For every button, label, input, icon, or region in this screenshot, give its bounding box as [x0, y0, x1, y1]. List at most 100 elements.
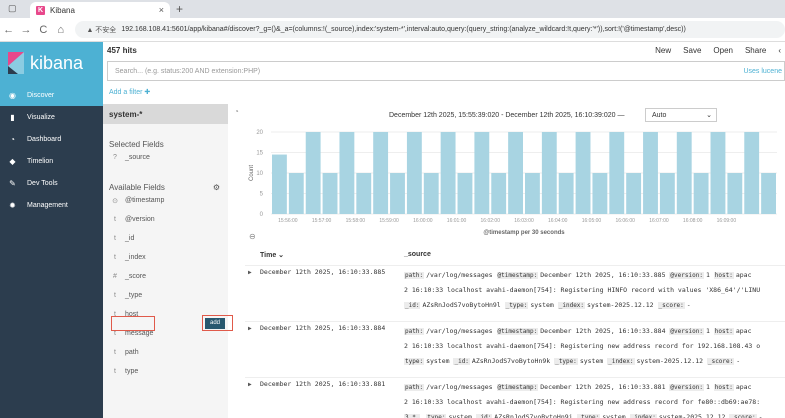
menu-new[interactable]: New [655, 46, 671, 55]
source-key: _index: [557, 302, 586, 309]
tab-title: Kibana [50, 5, 75, 15]
x-axis-label: @timestamp per 30 seconds [483, 230, 565, 236]
home-icon[interactable]: ⌂ [52, 24, 69, 36]
add-filter-link[interactable]: Add a filter ✚ [109, 88, 150, 96]
field-item-index[interactable]: t _index [103, 248, 228, 267]
window-menu-icon[interactable]: ▢ [8, 3, 17, 14]
shield-icon: ◆ [9, 156, 16, 166]
source-value: AZsRnJodS7voBytoHn9j [494, 413, 573, 418]
field-name: _index [125, 254, 146, 261]
kibana-logo-icon [8, 52, 24, 74]
histogram-bar [693, 173, 709, 214]
kibana-logo[interactable]: kibana [0, 42, 103, 84]
discover-main: December 12th 2025, 15:55:39:020 - Decem… [245, 104, 785, 418]
source-key: _type: [576, 414, 601, 418]
source-message: 2 16:10:33 localhost avahi-daemon[754]: … [404, 342, 761, 350]
source-value: - [758, 413, 763, 418]
collapse-sidebar-icon[interactable]: ◔ [234, 107, 239, 116]
source-value: AZsRnJodS7voBytoHn9l [422, 301, 501, 309]
toggle-chart-icon[interactable]: ⊖ [249, 232, 256, 241]
gear-icon: ✹ [9, 200, 16, 210]
expand-row-icon[interactable]: ▶ [248, 269, 252, 276]
selected-field[interactable]: ? _source [103, 148, 228, 167]
time-column-header[interactable]: Time ⌄ [260, 251, 284, 259]
source-value: AZsRnJodS7voBytoHn9k [471, 357, 551, 365]
sidebar-item-timelion[interactable]: ◆ Timelion [0, 150, 103, 172]
dashboard-icon: ◔ [10, 134, 15, 144]
source-value: 1 [705, 327, 710, 335]
expand-row-icon[interactable]: ▶ [248, 325, 252, 332]
source-key: path: [404, 272, 425, 279]
source-message: 2 16:10:33 localhost avahi-daemon[754]: … [404, 286, 761, 294]
histogram-bar [676, 132, 692, 214]
source-key: _id: [453, 358, 470, 365]
field-item-version[interactable]: t @version [103, 210, 228, 229]
sidebar-item-label: Dashboard [27, 135, 62, 143]
sidebar-item-label: Dev Tools [27, 179, 58, 187]
index-pattern-selector[interactable]: system-* [103, 104, 228, 124]
sidebar-item-dev-tools[interactable]: ✎ Dev Tools [0, 172, 103, 194]
field-name: _source [125, 154, 150, 161]
source-key: @version: [669, 328, 704, 335]
source-line: path:/var/log/messages @timestamp: Decemb… [404, 380, 785, 395]
add-field-button[interactable]: add [205, 318, 225, 329]
security-warning[interactable]: ▲ 不安全 [86, 25, 116, 35]
menu-open[interactable]: Open [713, 46, 733, 55]
source-key: _id: [404, 302, 421, 309]
source-key: path: [404, 328, 425, 335]
menu-share[interactable]: Share [745, 46, 766, 55]
field-item-path[interactable]: t path [103, 343, 228, 362]
source-value: system-2025.12.12 [658, 413, 726, 418]
source-value: system [448, 413, 472, 418]
field-item-score[interactable]: # _score [103, 267, 228, 286]
y-axis-label: Count [249, 165, 255, 181]
histogram-bar [272, 154, 287, 214]
back-arrow-icon[interactable]: ← [0, 24, 17, 36]
source-key: path: [404, 384, 425, 391]
reload-icon[interactable]: C [35, 24, 52, 36]
source-key: @version: [669, 272, 704, 279]
table-row[interactable]: ▶ December 12th 2025, 16:10:33.885 path:/v… [245, 265, 785, 315]
field-item-id[interactable]: t _id [103, 229, 228, 248]
chevron-left-icon[interactable]: ‹ [778, 46, 781, 55]
y-tick-label: 15 [256, 151, 263, 157]
sidebar-item-dashboard[interactable]: ◔ Dashboard [0, 128, 103, 150]
histogram-bar [288, 173, 304, 214]
forward-arrow-icon[interactable]: → [17, 24, 34, 36]
interval-select[interactable]: Auto ⌄ [645, 108, 717, 122]
sidebar-item-discover[interactable]: ◉ Discover [0, 84, 103, 106]
histogram-chart[interactable]: 0 5 10 15 20 Count 15:56:00 15:57:00 15:58:00 15:… [245, 128, 785, 238]
histogram-bar [474, 132, 490, 214]
field-name: path [125, 349, 139, 356]
table-row[interactable]: ▶ December 12th 2025, 16:10:33.884 path:/v… [245, 321, 785, 371]
tab-close-icon[interactable]: × [159, 5, 164, 15]
field-item-timestamp[interactable]: ⊙ @timestamp [103, 191, 228, 210]
row-source: path:/var/log/messages @timestamp: Decemb… [404, 324, 785, 370]
histogram-bar [423, 173, 439, 214]
search-input[interactable]: Search... (e.g. status:200 AND extension… [107, 61, 785, 81]
new-tab-button[interactable]: + [176, 2, 183, 16]
sidebar-item-management[interactable]: ✹ Management [0, 194, 103, 216]
wrench-icon: ✎ [9, 178, 16, 188]
table-row[interactable]: ▶ December 12th 2025, 16:10:33.881 path:/v… [245, 377, 785, 418]
source-value: /var/log/messages [426, 383, 493, 391]
field-item-type[interactable]: t type [103, 362, 228, 381]
sidebar-item-label: Discover [27, 91, 55, 99]
menu-save[interactable]: Save [683, 46, 701, 55]
uses-lucene-link[interactable]: Uses lucene [743, 68, 782, 75]
histogram-bar [727, 173, 743, 214]
source-key: type: [404, 358, 425, 365]
x-tick-label: 16:00:00 [413, 218, 433, 224]
expand-row-icon[interactable]: ▶ [248, 381, 252, 388]
address-bar-row: ← → C ⌂ ▲ 不安全 192.168.108.41:5601/app/ki… [0, 18, 785, 42]
row-time: December 12th 2025, 16:10:33.881 [260, 380, 386, 388]
source-key: @timestamp: [496, 384, 539, 391]
browser-tab[interactable]: K Kibana × [30, 2, 170, 18]
source-value: system [530, 301, 554, 309]
histogram-bar [558, 173, 574, 214]
field-item-type[interactable]: t _type [103, 286, 228, 305]
histogram-bar [541, 132, 557, 214]
table-header: Time ⌄ _source [245, 247, 785, 263]
url-field[interactable]: ▲ 不安全 192.168.108.41:5601/app/kibana#/di… [75, 21, 785, 38]
sidebar-item-visualize[interactable]: ▮ Visualize [0, 106, 103, 128]
